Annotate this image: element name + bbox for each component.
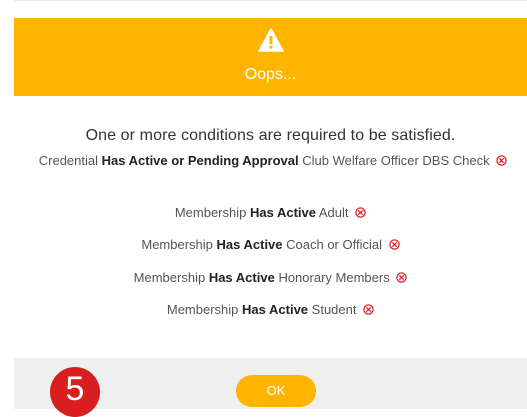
divider — [14, 0, 527, 1]
conditions-heading: One or more conditions are required to b… — [85, 127, 456, 144]
condition-item: Membership Has Active Student — [14, 302, 527, 318]
condition-prefix: Membership — [141, 237, 213, 252]
condition-prefix: Membership — [133, 270, 206, 285]
condition-item: Credential Has Active or Pending Approva… — [38, 153, 508, 169]
condition-item: Membership Has Active Adult — [14, 205, 527, 221]
condition-prefix: Membership — [174, 205, 247, 220]
x-circle-icon — [396, 272, 408, 283]
condition-prefix: Credential — [38, 153, 99, 168]
oops-dialog: Oops... One or more conditions are requi… — [14, 0, 527, 409]
condition-prefix: Membership — [166, 302, 239, 317]
condition-status: Has Active — [208, 270, 275, 285]
condition-item: Membership Has Active Coach or Official — [14, 237, 527, 253]
condition-item-name: Student — [311, 302, 357, 317]
warning-icon — [258, 28, 284, 52]
condition-item-name: Club Welfare Officer DBS Check — [302, 153, 490, 168]
condition-item-name: Adult — [318, 205, 349, 220]
x-circle-icon — [388, 239, 400, 250]
dialog-title: Oops... — [244, 66, 297, 83]
x-circle-icon — [363, 304, 374, 315]
condition-item: Membership Has Active Honorary Members — [14, 270, 527, 286]
x-circle-icon — [496, 155, 507, 166]
x-circle-icon — [355, 207, 366, 218]
condition-status: Has Active — [249, 205, 316, 220]
step-number-badge: 5 — [50, 367, 100, 417]
condition-status: Has Active — [216, 237, 283, 252]
condition-status: Has Active — [242, 302, 309, 317]
ok-button[interactable]: OK — [236, 375, 316, 407]
condition-item-name: Honorary Members — [278, 270, 390, 285]
condition-status: Has Active or Pending Approval — [101, 153, 299, 168]
condition-item-name: Coach or Official — [286, 237, 382, 252]
